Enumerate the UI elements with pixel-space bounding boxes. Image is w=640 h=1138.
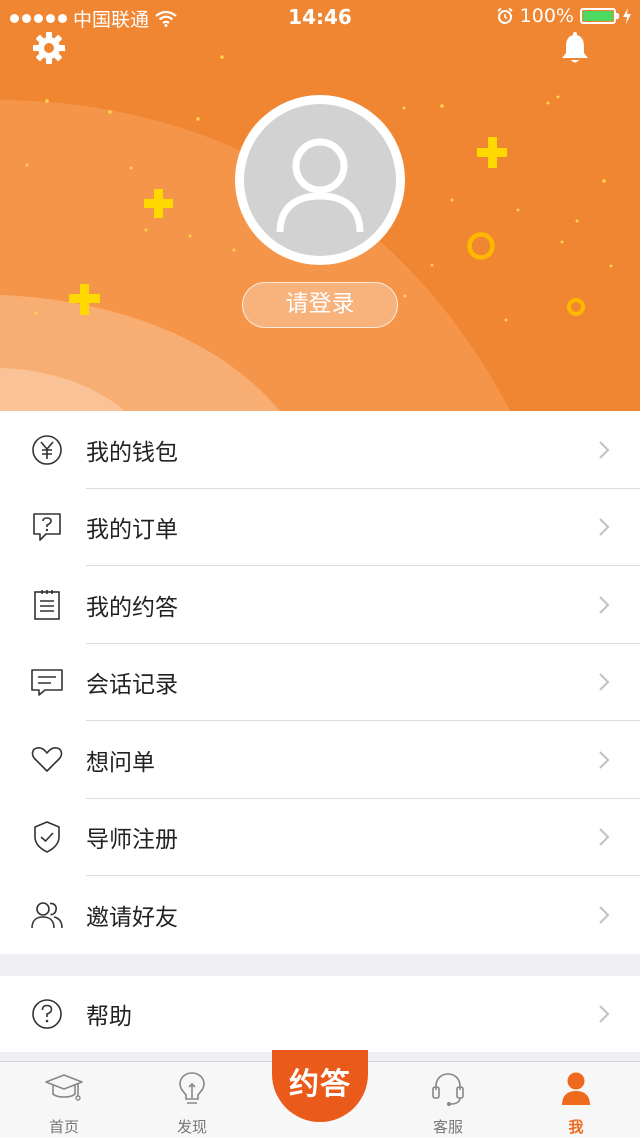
- tab-customer-service[interactable]: 客服: [384, 1062, 512, 1138]
- menu-item-label: 想问单: [86, 749, 155, 776]
- chevron-right-icon: [599, 1005, 610, 1023]
- wallet-yuan-icon: [32, 434, 62, 465]
- menu-item-my-answers[interactable]: 我的约答: [0, 566, 640, 644]
- menu-item-mentor-register[interactable]: 导师注册: [0, 799, 640, 876]
- chevron-right-icon: [599, 673, 610, 692]
- tab-label: 我: [568, 1118, 584, 1136]
- status-bar: 中国联通 14:46 100%: [0, 0, 640, 34]
- charging-icon: [623, 8, 631, 24]
- menu-item-label: 导师注册: [86, 827, 178, 854]
- tab-discover[interactable]: 发现: [128, 1062, 256, 1138]
- menu-item-wallet[interactable]: 我的钱包: [0, 411, 640, 489]
- tab-bar: 首页 发现 约答 客服 我: [0, 1050, 640, 1138]
- status-right: 100%: [496, 5, 632, 27]
- headset-icon: [432, 1073, 464, 1106]
- chevron-right-icon: [599, 518, 610, 537]
- alarm-icon: [497, 7, 513, 24]
- tab-label: 客服: [432, 1118, 463, 1136]
- chevron-right-icon: [599, 750, 610, 769]
- tab-label: 首页: [48, 1118, 79, 1136]
- help-circle-icon: [32, 999, 62, 1029]
- menu-item-label: 我的钱包: [86, 439, 178, 466]
- menu-item-label: 邀请好友: [86, 904, 178, 931]
- lightbulb-icon: [179, 1072, 205, 1104]
- menu-item-orders[interactable]: 我的订单: [0, 489, 640, 566]
- gear-icon[interactable]: [31, 30, 67, 66]
- chevron-right-icon: [599, 905, 610, 924]
- menu-item-help[interactable]: 帮助: [0, 976, 640, 1052]
- menu-list: 我的钱包 我的订单 我的约答 会话记录 想问单 导师注册 邀请好友: [0, 411, 640, 954]
- chevron-right-icon: [599, 440, 610, 459]
- question-bubble-icon: [33, 513, 61, 542]
- tab-center-action[interactable]: 约答: [272, 1050, 368, 1122]
- clipboard-icon: [34, 589, 60, 620]
- menu-item-label: 帮助: [86, 1004, 132, 1030]
- tab-home[interactable]: 首页: [0, 1062, 128, 1138]
- bell-icon[interactable]: [560, 32, 590, 66]
- menu-item-wishlist[interactable]: 想问单: [0, 721, 640, 799]
- tab-label: 发现: [176, 1118, 207, 1136]
- center-action-label: 约答: [289, 1067, 351, 1102]
- login-button[interactable]: 请登录: [242, 282, 398, 328]
- graduation-cap-icon: [45, 1074, 83, 1101]
- menu-item-invite-friends[interactable]: 邀请好友: [0, 876, 640, 954]
- menu-item-chat-history[interactable]: 会话记录: [0, 644, 640, 721]
- shield-check-icon: [34, 821, 60, 854]
- profile-header: 中国联通 14:46 100% 请登录: [0, 0, 640, 411]
- user-placeholder-icon: [276, 138, 364, 233]
- menu-item-label: 会话记录: [86, 672, 178, 699]
- menu-item-label: 我的约答: [86, 594, 178, 621]
- battery-icon: [580, 8, 619, 24]
- heart-icon: [31, 746, 63, 772]
- avatar[interactable]: [235, 95, 405, 265]
- chevron-right-icon: [599, 828, 610, 847]
- chat-icon: [31, 669, 63, 697]
- battery-percent: 100%: [519, 5, 574, 27]
- help-section: 帮助: [0, 976, 640, 1052]
- person-icon: [562, 1072, 590, 1105]
- avatar-image: [244, 104, 396, 256]
- menu-item-label: 我的订单: [86, 517, 178, 544]
- users-icon: [31, 901, 63, 928]
- chevron-right-icon: [599, 595, 610, 614]
- tab-me[interactable]: 我: [512, 1062, 640, 1138]
